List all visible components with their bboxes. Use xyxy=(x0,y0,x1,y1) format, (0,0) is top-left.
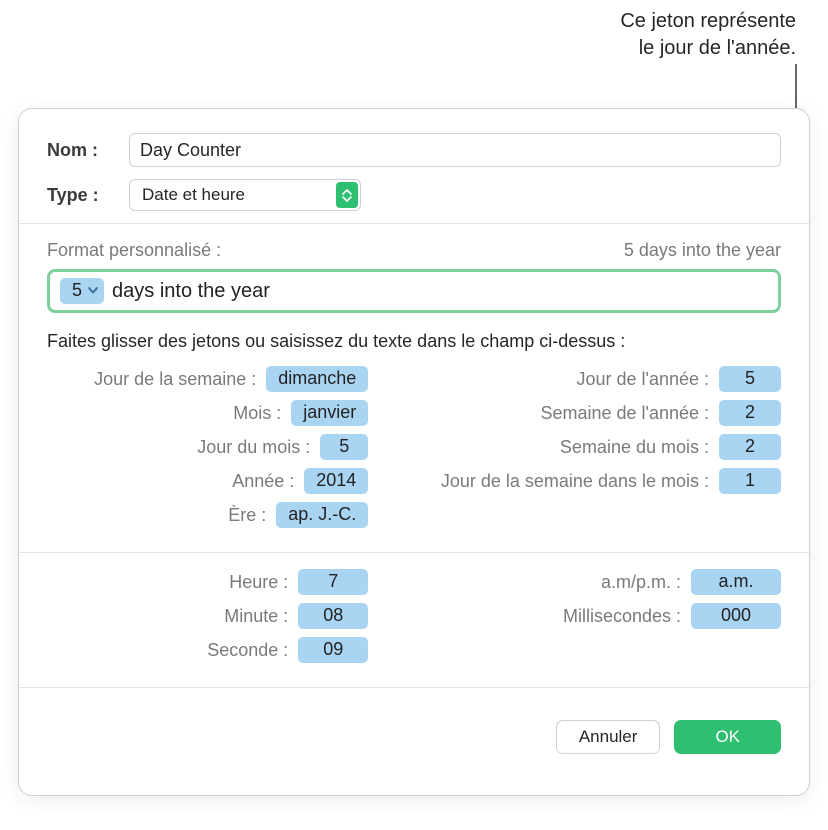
token-milliseconds[interactable]: 000 xyxy=(691,603,781,629)
date-tokens-area: Jour de la semaine : dimanche Mois : jan… xyxy=(19,366,809,544)
type-select[interactable]: Date et heure xyxy=(129,179,361,211)
divider xyxy=(19,687,809,688)
type-value: Date et heure xyxy=(142,185,245,205)
token-row-year: Année : 2014 xyxy=(47,468,368,494)
ok-button[interactable]: OK xyxy=(674,720,781,754)
token-day-of-year[interactable]: 5 xyxy=(719,366,781,392)
type-label: Type : xyxy=(47,185,129,206)
token-weekday-in-month[interactable]: 1 xyxy=(719,468,781,494)
callout-line-1: Ce jeton représente xyxy=(620,8,796,35)
token-row-milliseconds: Millisecondes : 000 xyxy=(388,603,781,629)
token-weekday[interactable]: dimanche xyxy=(266,366,368,392)
token-row-week-of-year: Semaine de l'année : 2 xyxy=(388,400,781,426)
token-week-of-month[interactable]: 2 xyxy=(719,434,781,460)
token-row-ampm: a.m/p.m. : a.m. xyxy=(388,569,781,595)
callout-line-2: le jour de l'année. xyxy=(620,35,796,62)
time-tokens-area: Heure : 7 Minute : 08 Seconde : 09 a.m/p… xyxy=(19,569,809,679)
name-row: Nom : xyxy=(19,133,809,167)
token-minute[interactable]: 08 xyxy=(298,603,368,629)
type-row: Type : Date et heure xyxy=(19,179,809,211)
token-label: Seconde : xyxy=(47,640,288,661)
token-year[interactable]: 2014 xyxy=(304,468,368,494)
token-label: Semaine de l'année : xyxy=(388,403,709,424)
date-tokens-left: Jour de la semaine : dimanche Mois : jan… xyxy=(47,366,368,528)
token-row-week-of-month: Semaine du mois : 2 xyxy=(388,434,781,460)
token-label: Minute : xyxy=(47,606,288,627)
token-label: a.m/p.m. : xyxy=(388,572,681,593)
divider xyxy=(19,552,809,553)
token-label: Semaine du mois : xyxy=(388,437,709,458)
date-tokens-right: Jour de l'année : 5 Semaine de l'année :… xyxy=(388,366,781,528)
token-row-minute: Minute : 08 xyxy=(47,603,368,629)
token-label: Heure : xyxy=(47,572,288,593)
token-row-weekday: Jour de la semaine : dimanche xyxy=(47,366,368,392)
divider xyxy=(19,223,809,224)
token-hour[interactable]: 7 xyxy=(298,569,368,595)
token-label: Jour du mois : xyxy=(47,437,310,458)
chevron-down-icon xyxy=(88,287,98,294)
format-preview: 5 days into the year xyxy=(624,240,781,261)
token-era[interactable]: ap. J.-C. xyxy=(276,502,368,528)
token-row-era: Ère : ap. J.-C. xyxy=(47,502,368,528)
token-label: Jour de la semaine : xyxy=(47,369,256,390)
token-month[interactable]: janvier xyxy=(291,400,368,426)
format-label: Format personnalisé : xyxy=(47,240,221,261)
token-second[interactable]: 09 xyxy=(298,637,368,663)
token-label: Millisecondes : xyxy=(388,606,681,627)
token-label: Mois : xyxy=(47,403,281,424)
format-header: Format personnalisé : 5 days into the ye… xyxy=(19,240,809,261)
instruction-text: Faites glisser des jetons ou saisissez d… xyxy=(19,331,809,352)
time-tokens-right: a.m/p.m. : a.m. Millisecondes : 000 xyxy=(388,569,781,663)
callout-annotation: Ce jeton représente le jour de l'année. xyxy=(620,8,796,62)
button-bar: Annuler OK xyxy=(19,704,809,754)
token-row-hour: Heure : 7 xyxy=(47,569,368,595)
token-row-weekday-in-month: Jour de la semaine dans le mois : 1 xyxy=(388,468,781,494)
select-stepper-icon xyxy=(336,182,358,208)
format-field[interactable]: 5 days into the year xyxy=(47,269,781,313)
name-label: Nom : xyxy=(47,140,129,161)
format-token-day-of-year[interactable]: 5 xyxy=(60,278,104,304)
token-label: Jour de la semaine dans le mois : xyxy=(388,471,709,492)
dialog-window: Nom : Type : Date et heure Format person… xyxy=(18,108,810,796)
format-literal-text: days into the year xyxy=(112,280,270,303)
name-input[interactable] xyxy=(129,133,781,167)
token-row-month: Mois : janvier xyxy=(47,400,368,426)
token-row-day-of-year: Jour de l'année : 5 xyxy=(388,366,781,392)
token-ampm[interactable]: a.m. xyxy=(691,569,781,595)
token-row-day-of-month: Jour du mois : 5 xyxy=(47,434,368,460)
token-row-second: Seconde : 09 xyxy=(47,637,368,663)
token-label: Année : xyxy=(47,471,294,492)
token-label: Ère : xyxy=(47,505,266,526)
token-value: 5 xyxy=(72,280,82,301)
token-day-of-month[interactable]: 5 xyxy=(320,434,368,460)
token-week-of-year[interactable]: 2 xyxy=(719,400,781,426)
token-label: Jour de l'année : xyxy=(388,369,709,390)
cancel-button[interactable]: Annuler xyxy=(556,720,661,754)
time-tokens-left: Heure : 7 Minute : 08 Seconde : 09 xyxy=(47,569,368,663)
